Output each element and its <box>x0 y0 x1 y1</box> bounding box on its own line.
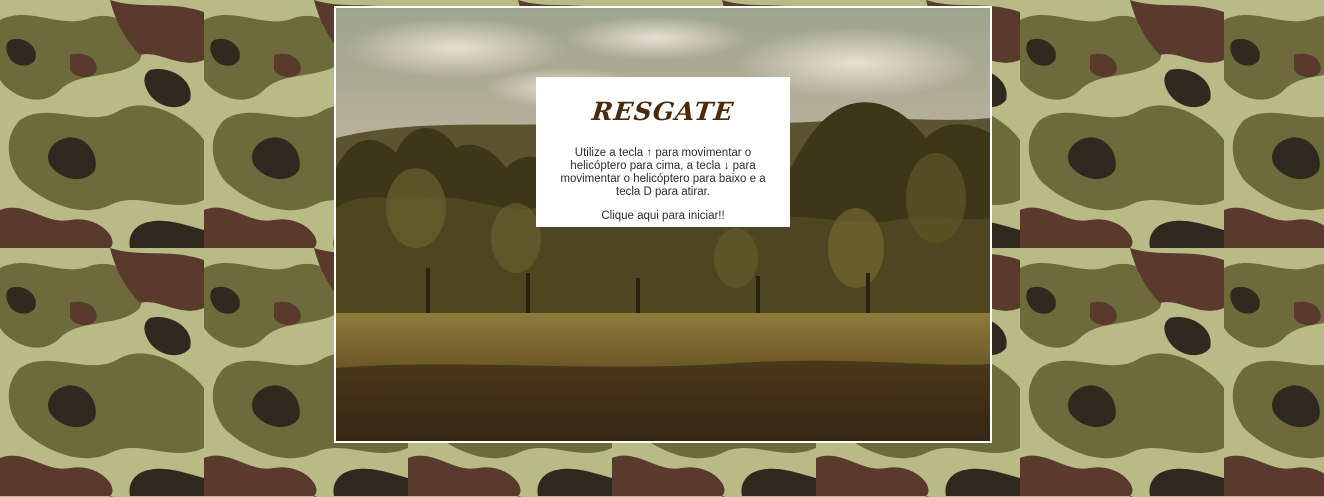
game-instructions: Utilize a tecla ↑ para movimentar o heli… <box>560 147 766 198</box>
game-title: RESGATE <box>590 97 736 126</box>
start-panel[interactable]: RESGATE Utilize a tecla ↑ para movimenta… <box>536 77 790 227</box>
start-game-link[interactable]: Clique aqui para iniciar!! <box>548 210 778 223</box>
